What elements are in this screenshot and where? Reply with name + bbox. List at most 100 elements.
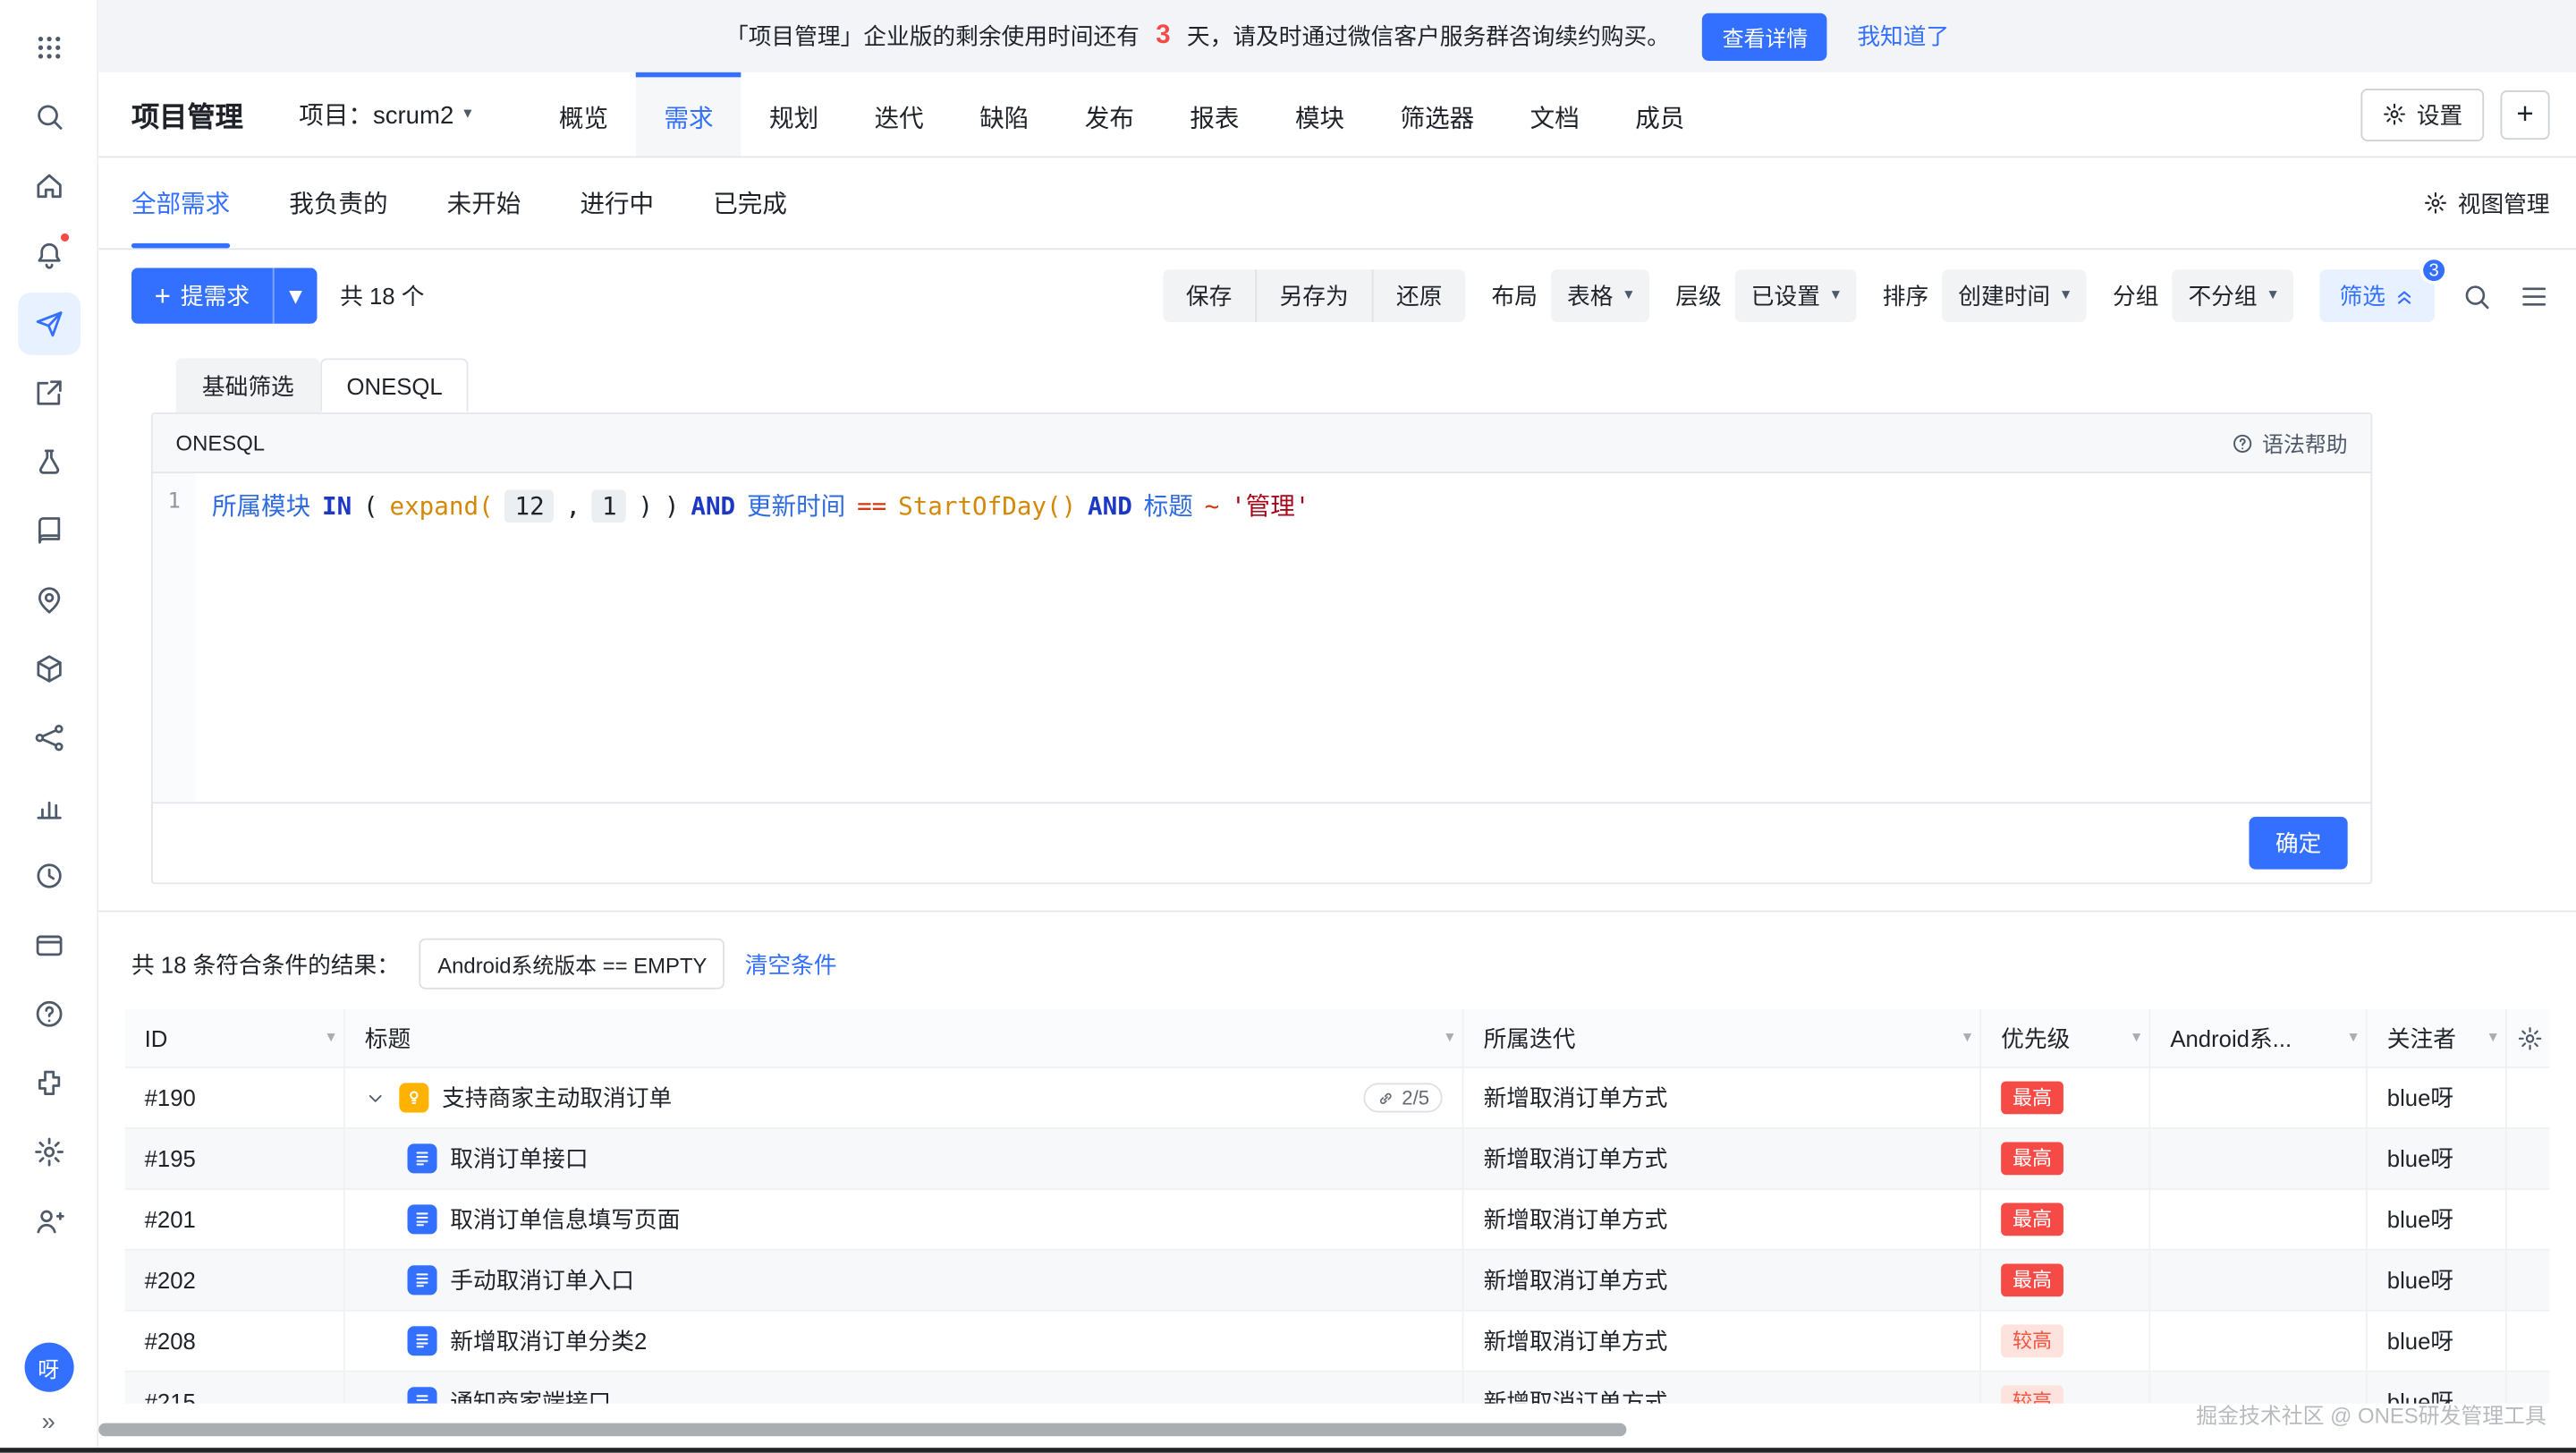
- iteration-cell[interactable]: 新增取消订单方式: [1464, 1312, 1982, 1371]
- clock-icon[interactable]: [17, 845, 80, 907]
- scrollbar-thumb[interactable]: [98, 1423, 1626, 1437]
- table-row[interactable]: #201取消订单信息填写页面新增取消订单方式最高blue呀: [125, 1190, 2550, 1251]
- tab-筛选器[interactable]: 筛选器: [1372, 72, 1502, 157]
- filter-button[interactable]: 筛选 3: [2319, 269, 2435, 322]
- view-details-button[interactable]: 查看详情: [1703, 13, 1828, 60]
- table-row[interactable]: #208新增取消订单分类2新增取消订单方式较高blue呀: [125, 1312, 2550, 1372]
- view-manage-button[interactable]: 视图管理: [2423, 157, 2549, 248]
- row-id[interactable]: #201: [125, 1190, 345, 1249]
- view-tab-未开始[interactable]: 未开始: [447, 157, 521, 248]
- row-id[interactable]: #215: [125, 1372, 345, 1404]
- column-header-2[interactable]: 所属迭代▾: [1464, 1009, 1982, 1066]
- onesql-editor[interactable]: 1 所属模块IN(expand(12,1))AND更新时间==StartOfDa…: [153, 473, 2371, 802]
- project-icon[interactable]: [17, 293, 80, 355]
- tab-规划[interactable]: 规划: [741, 72, 847, 157]
- tab-发布[interactable]: 发布: [1057, 72, 1163, 157]
- row-title-cell[interactable]: 支持商家主动取消订单2/5: [345, 1068, 1464, 1127]
- view-tab-我负责的[interactable]: 我负责的: [289, 157, 387, 248]
- sort-select[interactable]: 创建时间▾: [1942, 269, 2087, 322]
- syntax-help-link[interactable]: 语法帮助: [2231, 428, 2347, 459]
- android-version-cell[interactable]: [2150, 1190, 2367, 1249]
- column-header-5[interactable]: 关注者▾: [2368, 1009, 2507, 1066]
- row-id[interactable]: #195: [125, 1129, 345, 1188]
- tab-迭代[interactable]: 迭代: [846, 72, 952, 157]
- component-icon[interactable]: [17, 638, 80, 701]
- row-title[interactable]: 新增取消订单分类2: [450, 1324, 647, 1357]
- export-icon[interactable]: [17, 361, 80, 424]
- project-settings-button[interactable]: 设置: [2360, 88, 2484, 140]
- row-title[interactable]: 支持商家主动取消订单: [442, 1082, 672, 1115]
- priority-cell[interactable]: 最高: [1981, 1190, 2150, 1249]
- add-demand-dropdown[interactable]: ▾: [273, 268, 318, 323]
- testcase-icon[interactable]: [17, 430, 80, 493]
- table-row[interactable]: #215 通知商家端接口 新增取消订单方式较高 blue呀: [125, 1372, 2550, 1404]
- tab-onesql[interactable]: ONESQL: [320, 358, 469, 412]
- card-icon[interactable]: [17, 913, 80, 976]
- search-icon[interactable]: [2461, 280, 2492, 311]
- view-tab-进行中[interactable]: 进行中: [580, 157, 654, 248]
- follower-cell[interactable]: blue呀: [2368, 1372, 2507, 1404]
- tab-需求[interactable]: 需求: [636, 72, 741, 157]
- tab-概览[interactable]: 概览: [531, 72, 637, 157]
- follower-cell[interactable]: blue呀: [2368, 1129, 2507, 1188]
- priority-cell[interactable]: 较高: [1981, 1312, 2150, 1371]
- follower-cell[interactable]: blue呀: [2368, 1068, 2507, 1127]
- confirm-button[interactable]: 确定: [2249, 817, 2347, 870]
- table-row[interactable]: #202 手动取消订单入口 新增取消订单方式最高 blue呀: [125, 1251, 2550, 1312]
- follower-cell[interactable]: blue呀: [2368, 1251, 2507, 1310]
- apps-grid-icon[interactable]: [17, 16, 80, 79]
- tab-成员[interactable]: 成员: [1607, 72, 1713, 157]
- row-title-cell[interactable]: 取消订单接口: [345, 1129, 1464, 1188]
- iteration-cell[interactable]: 新增取消订单方式: [1464, 1372, 1982, 1404]
- sidebar-collapse-icon[interactable]: »: [42, 1408, 55, 1436]
- row-title-cell[interactable]: 新增取消订单分类2: [345, 1312, 1464, 1371]
- level-select[interactable]: 已设置▾: [1734, 269, 1856, 322]
- add-demand-button[interactable]: +提需求 ▾: [131, 268, 317, 323]
- pipeline-icon[interactable]: [17, 707, 80, 769]
- list-view-icon[interactable]: [2519, 280, 2550, 311]
- row-title[interactable]: 通知商家端接口: [450, 1385, 611, 1403]
- column-filter-icon[interactable]: ▾: [326, 1029, 335, 1047]
- iteration-cell[interactable]: 新增取消订单方式: [1464, 1068, 1982, 1127]
- row-title-cell[interactable]: 手动取消订单入口: [345, 1251, 1464, 1310]
- android-version-cell[interactable]: [2150, 1251, 2367, 1310]
- row-id[interactable]: #208: [125, 1312, 345, 1371]
- tab-模块[interactable]: 模块: [1267, 72, 1373, 157]
- android-version-cell[interactable]: [2150, 1068, 2367, 1127]
- save-as-button[interactable]: 另存为: [1255, 269, 1371, 322]
- user-avatar[interactable]: 呀: [24, 1343, 73, 1392]
- row-id[interactable]: #202: [125, 1251, 345, 1310]
- android-version-cell[interactable]: [2150, 1129, 2367, 1188]
- search-icon[interactable]: [17, 86, 80, 149]
- column-filter-icon[interactable]: ▾: [2489, 1029, 2497, 1047]
- project-selector[interactable]: 项目：scrum2 ▾: [299, 97, 471, 132]
- iteration-cell[interactable]: 新增取消订单方式: [1464, 1251, 1982, 1310]
- help-icon[interactable]: [17, 982, 80, 1045]
- follower-cell[interactable]: blue呀: [2368, 1190, 2507, 1249]
- row-id[interactable]: #190: [125, 1068, 345, 1127]
- android-version-cell[interactable]: [2150, 1372, 2367, 1404]
- restore-button[interactable]: 还原: [1371, 269, 1465, 322]
- table-settings-icon[interactable]: [2507, 1009, 2550, 1066]
- save-button[interactable]: 保存: [1163, 269, 1255, 322]
- invite-icon[interactable]: [17, 1190, 80, 1253]
- column-header-0[interactable]: ID▾: [125, 1009, 345, 1066]
- tab-basic-filter[interactable]: 基础筛选: [176, 358, 321, 412]
- notifications-icon[interactable]: [17, 224, 80, 286]
- settings-icon[interactable]: [17, 1121, 80, 1184]
- column-filter-icon[interactable]: ▾: [1445, 1029, 1453, 1047]
- iteration-cell[interactable]: 新增取消订单方式: [1464, 1129, 1982, 1188]
- condition-chip[interactable]: Android系统版本 == EMPTY: [419, 939, 725, 990]
- row-title[interactable]: 手动取消订单入口: [450, 1263, 634, 1296]
- priority-cell[interactable]: 较高: [1981, 1372, 2150, 1404]
- view-tab-全部需求[interactable]: 全部需求: [131, 157, 230, 248]
- report-icon[interactable]: [17, 776, 80, 838]
- plugin-icon[interactable]: [17, 1052, 80, 1115]
- view-tab-已完成[interactable]: 已完成: [713, 157, 787, 248]
- home-icon[interactable]: [17, 155, 80, 217]
- clear-conditions-link[interactable]: 清空条件: [745, 947, 837, 981]
- expand-chevron-icon[interactable]: [365, 1087, 386, 1109]
- tab-报表[interactable]: 报表: [1162, 72, 1267, 157]
- layout-select[interactable]: 表格▾: [1551, 269, 1649, 322]
- priority-cell[interactable]: 最高: [1981, 1251, 2150, 1310]
